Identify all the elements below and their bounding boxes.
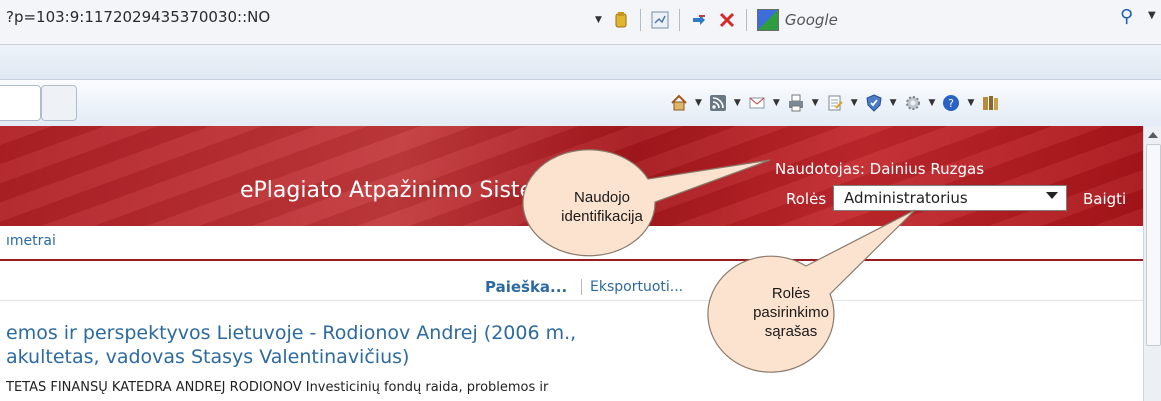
mail-icon[interactable]: [748, 94, 766, 112]
result-title-line2[interactable]: akultetas, vadovas Stasys Valentinavičiu…: [6, 346, 409, 368]
help-dropdown-icon[interactable]: ▼: [967, 98, 974, 108]
logout-link[interactable]: Baigti: [1083, 190, 1126, 208]
favorites-bar: [0, 45, 1161, 80]
chevron-down-icon: [1046, 192, 1058, 199]
role-select-value: Administratorius: [844, 189, 968, 207]
page-scrollbar[interactable]: [1143, 126, 1161, 401]
address-bar: ?p=103:9:1172029435370030::NO ▼ Google ⚲…: [0, 0, 1161, 45]
current-user: Naudotojas: Dainius Ruzgas: [775, 160, 985, 178]
search-link[interactable]: Paieška...: [485, 278, 567, 296]
browser-tab[interactable]: [0, 85, 41, 121]
feeds-dropdown-icon[interactable]: ▼: [734, 98, 741, 108]
new-tab-button[interactable]: [41, 85, 77, 121]
address-toolbar: ▼ Google: [595, 6, 838, 34]
export-link[interactable]: Eksportuoti...: [590, 279, 683, 295]
callout-line: sąrašas: [764, 323, 818, 340]
favorites-icon[interactable]: [612, 11, 630, 29]
content-divider: [0, 300, 1143, 301]
toolbar-separator: [678, 9, 680, 31]
google-logo-icon: [756, 9, 779, 31]
scroll-thumb[interactable]: [1146, 144, 1161, 346]
search-box[interactable]: Google: [756, 9, 838, 31]
callout-line: pasirinkimo: [753, 304, 829, 321]
role-list-callout-text: Rolės pasirinkimo sąrašas: [726, 284, 856, 341]
link-separator: [581, 279, 582, 295]
svg-text:?: ?: [949, 97, 955, 110]
app-title: ePlagiato Atpažinimo Sistema: [240, 178, 568, 203]
role-select[interactable]: Administratorius: [833, 185, 1067, 211]
result-snippet: TETAS FINANSŲ KATEDRA ANDREJ RODIONOV In…: [6, 380, 549, 395]
help-icon[interactable]: ?: [942, 94, 960, 112]
mail-dropdown-icon[interactable]: ▼: [773, 98, 780, 108]
search-dropdown-icon[interactable]: ▼: [1148, 10, 1156, 21]
nav-divider: [0, 259, 1143, 261]
print-icon[interactable]: [787, 94, 805, 112]
safety-icon[interactable]: [865, 94, 883, 112]
tools-dropdown-icon[interactable]: ▼: [929, 98, 936, 108]
scroll-up-icon[interactable]: [1148, 132, 1158, 138]
home-icon[interactable]: [670, 94, 688, 112]
url-dropdown-icon[interactable]: ▼: [595, 15, 602, 25]
page-icon[interactable]: [826, 94, 844, 112]
home-dropdown-icon[interactable]: ▼: [695, 98, 702, 108]
search-icon[interactable]: ⚲: [1120, 6, 1133, 27]
rss-icon[interactable]: [651, 11, 669, 29]
toolbar-separator: [745, 9, 747, 31]
roles-label: Rolės: [786, 190, 827, 208]
research-icon[interactable]: [981, 94, 999, 112]
refresh-icon[interactable]: [690, 11, 708, 29]
url-text[interactable]: ?p=103:9:1172029435370030::NO: [6, 8, 270, 26]
search-engine-name: Google: [784, 11, 838, 29]
command-bar: ▼ ▼ ▼ ▼ ▼ ▼ ▼ ? ▼: [0, 80, 1161, 127]
page-dropdown-icon[interactable]: ▼: [851, 98, 858, 108]
stop-icon[interactable]: [718, 11, 736, 29]
tools-icon[interactable]: [904, 94, 922, 112]
callout-line: identifikacija: [561, 208, 643, 225]
callout-line: Rolės: [771, 285, 811, 302]
callout-line: Naudojo: [574, 189, 630, 206]
command-toolbar: ▼ ▼ ▼ ▼ ▼ ▼ ▼ ? ▼: [670, 88, 999, 118]
result-title-line1[interactable]: emos ir perspektyvos Lietuvoje - Rodiono…: [6, 322, 576, 344]
nav-link-parameters[interactable]: ımetrai: [6, 233, 56, 249]
print-dropdown-icon[interactable]: ▼: [812, 98, 819, 108]
user-id-callout-text: Naudojo identifikacija: [537, 188, 667, 226]
toolbar-separator: [639, 9, 641, 31]
feeds-icon[interactable]: [709, 94, 727, 112]
safety-dropdown-icon[interactable]: ▼: [890, 98, 897, 108]
